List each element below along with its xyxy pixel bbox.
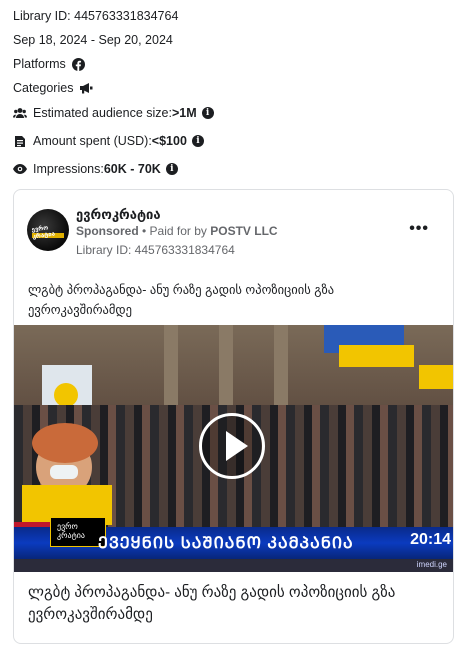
column <box>274 325 288 415</box>
payer-name: POSTV LLC <box>210 224 278 238</box>
hair <box>32 423 98 463</box>
impressions-value: 60K - 70K <box>103 162 161 176</box>
spent-value: <$100 <box>151 134 187 148</box>
info-icon[interactable]: i <box>191 135 204 147</box>
impressions-label: Impressions: <box>33 162 104 176</box>
categories-row: Categories <box>13 81 93 95</box>
flag-yellow <box>339 345 414 367</box>
sign-drawing <box>54 383 78 407</box>
page-name[interactable]: ევროკრატია <box>76 207 161 223</box>
avatar[interactable]: ევრო კრატია <box>27 209 69 251</box>
spent-row: Amount spent (USD): <$100 i <box>13 134 204 148</box>
categories-label: Categories <box>13 81 74 95</box>
play-icon[interactable] <box>199 413 265 479</box>
facebook-icon <box>71 57 85 71</box>
billing-icon <box>13 134 27 148</box>
audience-row: Estimated audience size: >1M i <box>13 106 214 120</box>
paid-for-by-label: Paid for by <box>149 224 211 238</box>
ticker-time: 20:14 <box>410 531 451 548</box>
audience-value: >1M <box>171 106 197 120</box>
audience-label: Estimated audience size: <box>33 106 172 120</box>
audience-icon <box>13 106 27 120</box>
ad-library-id: Library ID: 445763331834764 <box>76 243 235 257</box>
ad-body-text: ლგბტ პროპაგანდა- ანუ რაზე გადის ოპოზიციი… <box>28 283 335 317</box>
separator-dot: • <box>138 224 150 238</box>
spent-label: Amount spent (USD): <box>33 134 152 148</box>
column <box>219 325 233 415</box>
face-mask <box>50 465 78 479</box>
sponsored-label: Sponsored <box>76 224 139 238</box>
platforms-row: Platforms <box>13 57 85 71</box>
video-thumbnail[interactable]: ევრო კრატია ᲔᲕᲔᲧᲜᲘᲡ ᲡᲐᲨᲘᲐᲜᲝ ᲙᲐᲛᲞᲐᲜᲘᲐ 20:… <box>14 325 453 572</box>
platforms-label: Platforms <box>13 57 66 71</box>
ticker-site: imedi.ge <box>416 560 447 569</box>
impressions-row: Impressions: 60K - 70K i <box>13 162 178 176</box>
info-icon[interactable]: i <box>201 107 214 119</box>
more-icon[interactable]: ••• <box>409 220 429 238</box>
library-id: Library ID: 445763331834764 <box>13 9 179 23</box>
ticker-under-strip <box>14 559 453 572</box>
flag-yellow <box>419 365 453 389</box>
ad-caption[interactable]: ლგბტ პროპაგანდა- ანუ რაზე გადის ოპოზიციი… <box>28 582 438 626</box>
info-icon[interactable]: i <box>165 163 178 175</box>
sponsored-line: Sponsored • Paid for by POSTV LLC <box>76 224 278 238</box>
megaphone-icon <box>79 82 93 94</box>
date-range: Sep 18, 2024 - Sep 20, 2024 <box>13 33 173 47</box>
ad-card: ევრო კრატია ევროკრატია Sponsored • Paid … <box>13 189 454 644</box>
eye-icon <box>13 162 27 176</box>
column <box>164 325 178 415</box>
ticker-text: ᲔᲕᲔᲧᲜᲘᲡ ᲡᲐᲨᲘᲐᲜᲝ ᲙᲐᲛᲞᲐᲜᲘᲐ <box>98 535 354 552</box>
